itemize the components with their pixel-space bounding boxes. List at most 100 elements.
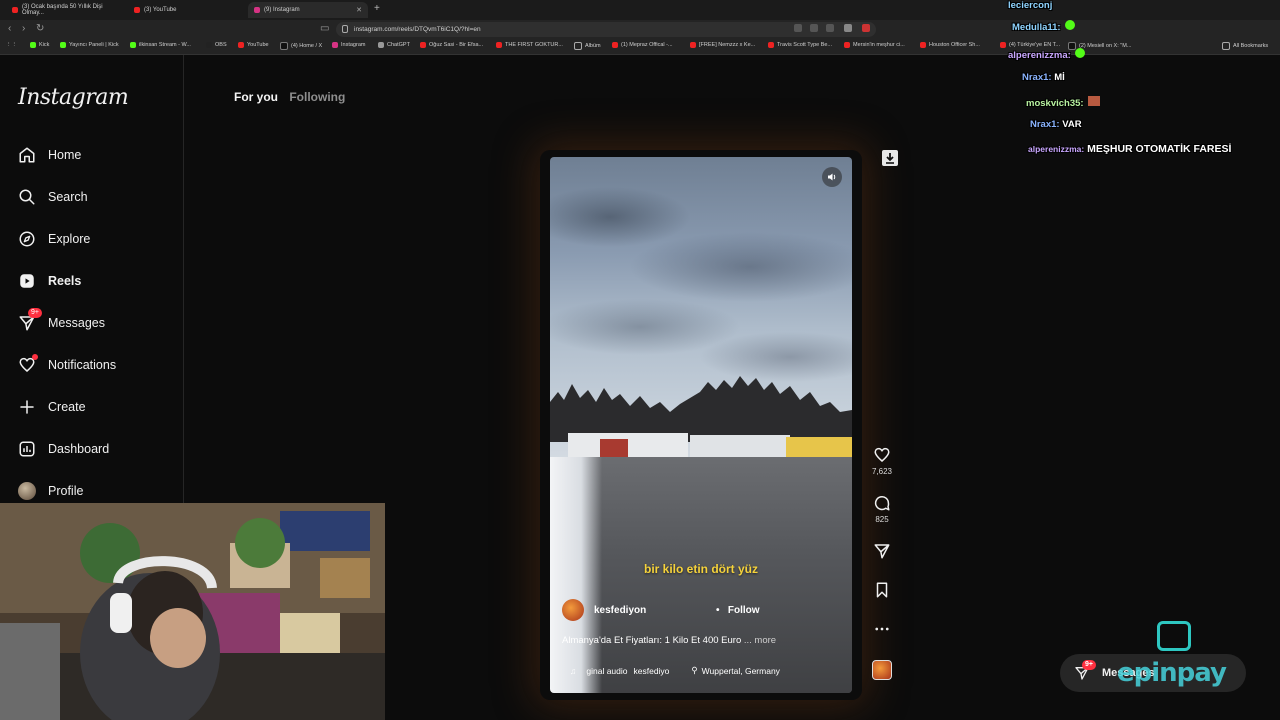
feed-tabs: For you Following	[234, 90, 353, 104]
sidebar-item-notifications[interactable]: Notifications	[16, 353, 116, 377]
bookmark-item[interactable]: Travis Scott Type Be...	[768, 42, 832, 48]
sound-toggle[interactable]	[822, 167, 842, 187]
tab-for-you[interactable]: For you	[234, 90, 278, 104]
more-options-action[interactable]	[870, 620, 894, 641]
bookmark-item[interactable]: Houston Officer Sh...	[920, 42, 980, 48]
youtube-favicon-icon	[134, 7, 140, 13]
video-subtitle: bir kilo etin dört yüz	[643, 562, 758, 576]
bookmark-item[interactable]: Mersin'in meşhur ci...	[844, 42, 905, 48]
separator-dot: •	[716, 605, 720, 616]
sidebar-item-label: Profile	[48, 484, 84, 498]
youtube-favicon-icon	[12, 7, 18, 13]
more-icon[interactable]	[873, 620, 891, 638]
bookmark-item[interactable]: ChatGPT	[378, 42, 410, 48]
bookmark-item[interactable]: (1) Mepraz Offical -...	[612, 42, 673, 48]
sky-clouds	[550, 157, 852, 397]
bookmark-item[interactable]: (4) Home / X	[280, 42, 322, 50]
bookmark-item[interactable]: YouTube	[238, 42, 269, 48]
browser-tab-active[interactable]: (9) Instagram ✕	[248, 2, 368, 18]
bookmark-item[interactable]: ilkinsan Stream - W...	[130, 42, 191, 48]
bookmark-item[interactable]: THE FIRST GOKTUR...	[496, 42, 563, 48]
reel-author[interactable]: kesfediyon	[562, 599, 646, 621]
sidebar-item-explore[interactable]: Explore	[16, 227, 90, 251]
zoom-icon[interactable]	[810, 24, 818, 32]
install-icon[interactable]	[794, 24, 802, 32]
browser-tab[interactable]: (3) YouTube	[128, 2, 246, 18]
sidebar-item-create[interactable]: Create	[16, 395, 86, 419]
bookmark-item[interactable]: Oğuz Sasi - Bir Efsa...	[420, 42, 483, 48]
more-link[interactable]: ... more	[744, 635, 776, 646]
browser-tab[interactable]: (3) Ocak başında 50 Yıllık Dişi Olmay...	[6, 2, 126, 18]
sidebar-item-label: Dashboard	[48, 442, 110, 456]
plus-icon	[16, 396, 38, 418]
bookmark-item[interactable]: Kick	[30, 42, 49, 48]
sidebar-item-messages[interactable]: 9+ Messages	[16, 308, 105, 335]
apps-icon[interactable]: ⋮⋮	[6, 42, 17, 48]
sidebar-item-reels[interactable]: Reels	[16, 269, 81, 293]
share-action[interactable]	[870, 542, 894, 563]
bookmark-item[interactable]: OBS	[206, 42, 227, 48]
audio-thumbnail[interactable]	[870, 660, 894, 680]
sidebar-item-dashboard[interactable]: Dashboard	[16, 437, 109, 461]
sidebar-item-search[interactable]: Search	[16, 185, 88, 209]
instagram-logo[interactable]: Instagram	[18, 85, 129, 110]
emote-icon	[1064, 20, 1075, 30]
like-action[interactable]: 7,623	[870, 446, 894, 476]
comment-action[interactable]: 825	[870, 494, 894, 524]
back-icon[interactable]: ‹	[8, 23, 11, 34]
sidebar-item-profile[interactable]: Profile	[16, 479, 83, 503]
sponsor-watermark: epinpay	[1117, 658, 1227, 688]
close-tab-icon[interactable]: ✕	[356, 6, 362, 14]
sidebar-item-label: Create	[48, 400, 86, 414]
comment-icon[interactable]	[873, 494, 891, 512]
bookmark-page-icon[interactable]: ▭	[320, 23, 329, 34]
author-avatar[interactable]	[562, 599, 584, 621]
caption-text: Almanya'da Et Fiyatları: 1 Kilo Et 400 E…	[562, 635, 742, 646]
bookmark-item[interactable]: Instagram	[332, 42, 365, 48]
save-action[interactable]	[870, 581, 894, 602]
speaker-icon	[828, 173, 836, 181]
bookmark-item[interactable]: Albüm	[574, 42, 601, 50]
sidebar-item-label: Messages	[48, 316, 105, 330]
sidebar-item-label: Search	[48, 190, 88, 204]
share-icon[interactable]	[826, 24, 834, 32]
bookmark-item[interactable]: Yayıncı Paneli | Kick	[60, 42, 119, 48]
bookmark-item[interactable]: [FREE] Nemzzz x Ke...	[690, 42, 755, 48]
webcam-image	[0, 503, 385, 720]
sidebar-item-label: Reels	[48, 274, 82, 288]
chat-username: Nrax1:	[1022, 72, 1052, 83]
search-icon	[16, 186, 38, 208]
chat-message: Nrax1: VAR	[1030, 119, 1082, 130]
music-note-icon: ♫	[570, 665, 577, 676]
chat-username: moskvich35:	[1026, 98, 1084, 109]
chat-username: Nrax1:	[1030, 119, 1060, 130]
sidebar-item-home[interactable]: Home	[16, 143, 81, 167]
follow-button[interactable]: • Follow	[716, 605, 760, 616]
tab-following[interactable]: Following	[289, 90, 345, 104]
audio-name[interactable]: ginal audio	[586, 666, 627, 676]
chat-message: alperenizzma: MEŞHUR OTOMATİK FARESİ	[1028, 143, 1231, 155]
author-name[interactable]: kesfediyon	[594, 605, 646, 616]
bookmark-icon[interactable]	[873, 581, 891, 599]
share-icon[interactable]	[873, 542, 891, 560]
reload-icon[interactable]: ↻	[36, 23, 44, 34]
new-tab-icon[interactable]: +	[374, 3, 380, 14]
audio-cover[interactable]	[872, 660, 892, 680]
shield-icon[interactable]	[844, 24, 852, 32]
reel-video[interactable]: bir kilo etin dört yüz kesfediyon • Foll…	[550, 157, 852, 693]
sidebar-item-label: Notifications	[48, 358, 117, 372]
download-icon[interactable]	[882, 150, 898, 166]
sidebar-item-label: Explore	[48, 232, 91, 246]
unread-badge: 9+	[1082, 660, 1096, 670]
site-info-icon[interactable]	[342, 25, 348, 33]
home-icon	[16, 144, 38, 166]
like-count: 7,623	[871, 467, 893, 476]
extension-icon[interactable]	[862, 24, 870, 32]
notification-dot	[32, 354, 38, 360]
audio-author[interactable]: kesfediyo	[634, 666, 670, 676]
location-link[interactable]: Wuppertal, Germany	[702, 666, 780, 676]
tab-title: (3) YouTube	[144, 7, 177, 13]
heart-icon[interactable]	[873, 446, 891, 464]
forward-icon[interactable]: ›	[22, 23, 25, 34]
chat-username: Medulla11:	[1012, 22, 1061, 33]
